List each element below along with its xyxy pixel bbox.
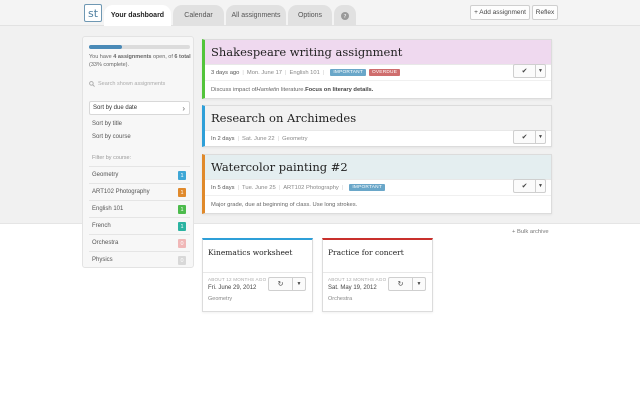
course-filter-orchestra[interactable]: Orchestra 0	[89, 234, 190, 251]
completed-course: Geometry	[208, 296, 233, 302]
sidebar: You have 4 assignments open, of 6 total …	[82, 36, 194, 268]
completed-course: Orchestra	[328, 296, 353, 302]
tab-all-assignments[interactable]: All assignments	[226, 5, 286, 26]
search-field[interactable]: Search shown assignments	[89, 77, 190, 90]
search-icon	[89, 80, 95, 87]
assignment-title[interactable]: Watercolor painting #2	[205, 155, 551, 179]
tab-help[interactable]: ?	[334, 5, 356, 26]
assignment-meta: 3 days ago | Mon. June 17 | English 101 | I…	[205, 64, 551, 80]
course-count-badge: 1	[178, 188, 186, 197]
check-icon[interactable]: ✔	[514, 131, 536, 143]
due-date: Tue. June 25	[242, 184, 276, 191]
add-assignment-button[interactable]: + Add assignment	[470, 5, 530, 20]
course-count-badge: 1	[178, 205, 186, 214]
svg-text:?: ?	[344, 14, 347, 20]
course-count-badge: 1	[178, 222, 186, 231]
caret-down-icon[interactable]: ▼	[536, 65, 545, 77]
caret-down-icon[interactable]: ▼	[413, 278, 425, 290]
caret-down-icon[interactable]: ▼	[536, 180, 545, 192]
course-filter-art102[interactable]: ART102 Photography 1	[89, 183, 190, 200]
course-filter-french[interactable]: French 1	[89, 217, 190, 234]
assignment-meta: In 5 days | Tue. June 25 | ART102 Photogra…	[205, 179, 551, 195]
due-relative: In 5 days	[211, 184, 235, 191]
check-icon[interactable]: ✔	[514, 180, 536, 192]
sort-by-course[interactable]: Sort by course	[89, 130, 190, 144]
completed-card[interactable]: Practice for concert ABOUT 12 MONTHS AGO…	[322, 238, 433, 312]
important-badge: IMPORTANT	[349, 184, 385, 191]
completed-title[interactable]: Kinematics worksheet	[208, 248, 292, 257]
undo-icon[interactable]: ↻	[269, 278, 293, 290]
course-name: English 101	[289, 69, 320, 76]
sort-by-title[interactable]: Sort by title	[89, 117, 190, 131]
course-filter-physics[interactable]: Physics 0	[89, 251, 190, 268]
chevron-right-icon: ›	[182, 103, 185, 113]
restore-split-button[interactable]: ↻ ▼	[268, 277, 306, 291]
complete-split-button[interactable]: ✔ ▼	[513, 64, 546, 78]
assignment-title[interactable]: Shakespeare writing assignment	[205, 40, 551, 64]
progress-bar	[89, 45, 190, 49]
tab-options[interactable]: Options	[288, 5, 332, 26]
overdue-badge: OVERDUE	[368, 69, 401, 76]
reflex-button[interactable]: Reflex	[532, 5, 558, 20]
tab-calendar[interactable]: Calendar	[173, 5, 224, 26]
assignment-description: Major grade, due at beginning of class. …	[205, 195, 551, 213]
top-bar: st Your dashboard Calendar All assignmen…	[0, 0, 640, 26]
check-icon[interactable]: ✔	[514, 65, 536, 77]
due-relative: In 2 days	[211, 135, 235, 142]
restore-split-button[interactable]: ↻ ▼	[388, 277, 426, 291]
completed-ago: ABOUT 12 MONTHS AGO	[328, 277, 387, 282]
tab-dashboard[interactable]: Your dashboard	[104, 5, 171, 26]
assignment-card[interactable]: Watercolor painting #2 In 5 days | Tue. J…	[202, 154, 552, 214]
course-name: ART102 Photography	[283, 184, 339, 191]
important-badge: IMPORTANT	[330, 69, 366, 76]
summary-text: You have 4 assignments open, of 6 total …	[89, 54, 191, 68]
course-filter-english[interactable]: English 101 1	[89, 200, 190, 217]
assignment-title[interactable]: Research on Archimedes	[205, 106, 551, 130]
due-relative: 3 days ago	[211, 69, 240, 76]
logo[interactable]: st	[84, 4, 102, 22]
progress-fill	[89, 45, 123, 49]
completed-date: Sat. May 19, 2012	[328, 285, 377, 291]
filter-label: Filter by course:	[92, 155, 132, 161]
complete-split-button[interactable]: ✔ ▼	[513, 130, 546, 144]
sort-by-due-date[interactable]: Sort by due date ›	[89, 101, 190, 115]
due-date: Mon. June 17	[246, 69, 283, 76]
course-count-badge: 0	[178, 239, 186, 248]
complete-split-button[interactable]: ✔ ▼	[513, 179, 546, 193]
completed-date: Fri. June 29, 2012	[208, 285, 257, 291]
undo-icon[interactable]: ↻	[389, 278, 413, 290]
completed-ago: ABOUT 12 MONTHS AGO	[208, 277, 267, 282]
caret-down-icon[interactable]: ▼	[293, 278, 305, 290]
course-count-badge: 1	[178, 171, 186, 180]
assignment-meta: In 2 days | Sat. June 22 | Geometry	[205, 130, 551, 146]
assignment-card[interactable]: Research on Archimedes In 2 days | Sat. J…	[202, 105, 552, 147]
course-count-badge: 0	[178, 256, 186, 265]
course-filter-geometry[interactable]: Geometry 1	[89, 166, 190, 183]
search-placeholder: Search shown assignments	[98, 80, 166, 87]
bulk-archive-link[interactable]: + Bulk archive	[512, 229, 549, 235]
caret-down-icon[interactable]: ▼	[536, 131, 545, 143]
question-icon: ?	[341, 11, 349, 20]
assignment-description: Discuss impact of Hamlet in literature. …	[205, 80, 551, 98]
completed-card[interactable]: Kinematics worksheet ABOUT 12 MONTHS AGO…	[202, 238, 313, 312]
course-name: Geometry	[282, 135, 308, 142]
assignment-card[interactable]: Shakespeare writing assignment 3 days ag…	[202, 39, 552, 99]
completed-title[interactable]: Practice for concert	[328, 248, 404, 257]
due-date: Sat. June 22	[242, 135, 275, 142]
